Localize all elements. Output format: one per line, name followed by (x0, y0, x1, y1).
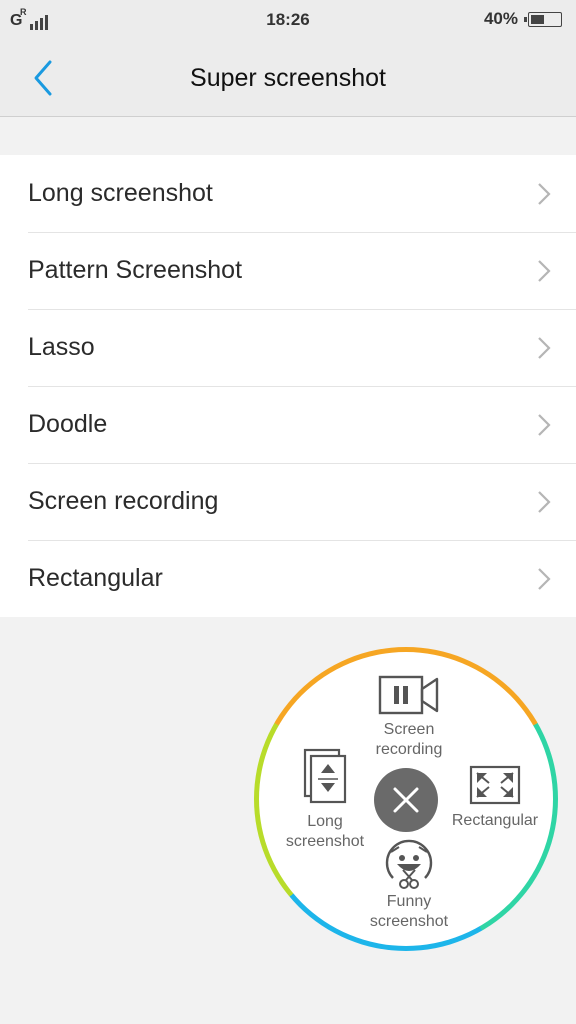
long-screenshot-button[interactable]: Long screenshot (273, 748, 377, 852)
list-item-label: Doodle (28, 410, 108, 438)
funny-face-scissors-icon (385, 839, 433, 889)
list-item-screen-recording[interactable]: Screen recording (0, 463, 576, 540)
chevron-right-icon (538, 260, 551, 282)
close-button[interactable] (374, 768, 438, 832)
long-screenshot-icon (303, 748, 347, 804)
list-item-label: Long screenshot (28, 179, 213, 207)
header: Super screenshot (0, 40, 576, 117)
floating-screenshot-panel: Screen recording Long screenshot Rectang… (254, 647, 558, 951)
page-title: Super screenshot (190, 64, 386, 92)
list-item-label: Rectangular (28, 564, 163, 592)
chevron-right-icon (538, 491, 551, 513)
rectangular-button[interactable]: Rectangular (445, 765, 545, 831)
screen-recording-label-line1: Screen (383, 721, 435, 738)
video-camera-icon (378, 675, 439, 715)
funny-screenshot-button[interactable]: Funny screenshot (359, 838, 459, 932)
chevron-right-icon (538, 337, 551, 359)
floating-panel-body: Screen recording Long screenshot Rectang… (259, 652, 553, 946)
long-screenshot-label-line1: Long (307, 813, 343, 830)
chevron-right-icon (538, 414, 551, 436)
rectangular-label: Rectangular (451, 812, 539, 829)
list-item-label: Lasso (28, 333, 95, 361)
chevron-right-icon (538, 568, 551, 590)
expand-icon (469, 765, 521, 805)
battery-icon (524, 11, 562, 27)
list-item-pattern-screenshot[interactable]: Pattern Screenshot (0, 232, 576, 309)
list-item-doodle[interactable]: Doodle (0, 386, 576, 463)
list-item-long-screenshot[interactable]: Long screenshot (0, 155, 576, 232)
list-item-label: Screen recording (28, 487, 219, 515)
list-item-lasso[interactable]: Lasso (0, 309, 576, 386)
battery-percent: 40% (483, 9, 518, 28)
status-bar: GR 18:26 40% (0, 0, 576, 40)
screenshot-options-list: Long screenshot Pattern Screenshot Lasso… (0, 155, 576, 617)
chevron-right-icon (538, 183, 551, 205)
funny-screenshot-label-line1: Funny (386, 893, 432, 910)
close-icon (393, 787, 419, 813)
funny-screenshot-label-line2: screenshot (369, 913, 449, 930)
list-item-rectangular[interactable]: Rectangular (0, 540, 576, 617)
list-item-label: Pattern Screenshot (28, 256, 243, 284)
battery-indicator: 40% (484, 9, 562, 29)
